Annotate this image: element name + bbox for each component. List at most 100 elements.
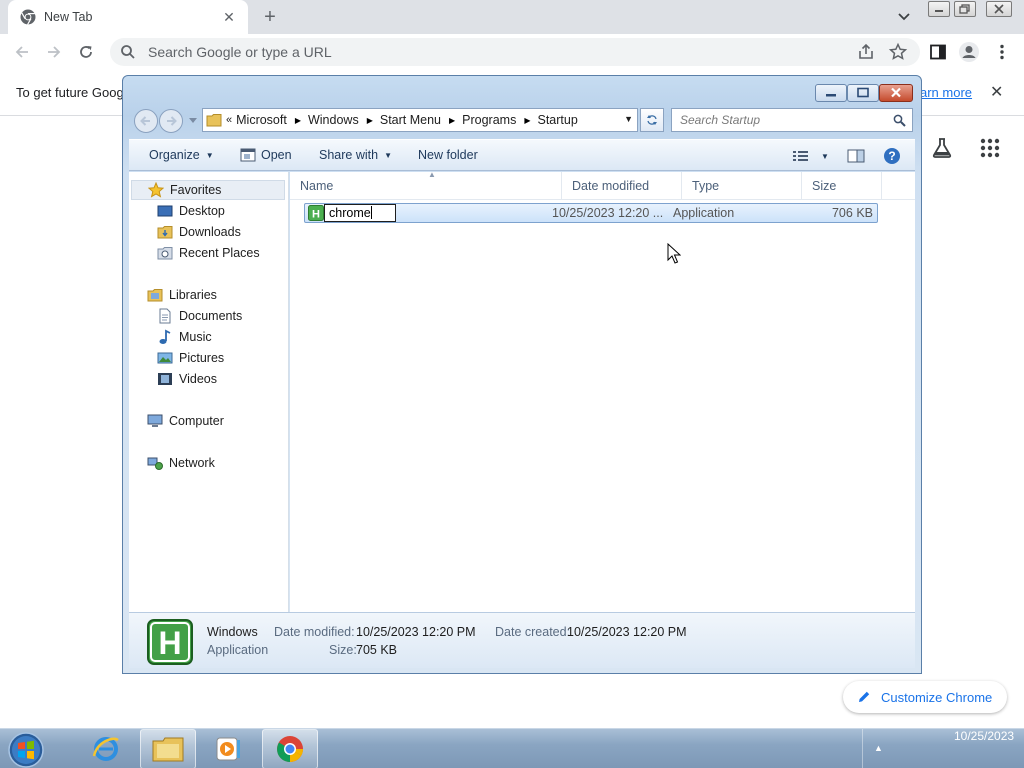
reload-button[interactable]	[75, 41, 97, 63]
breadcrumb-programs[interactable]: Programs ▶	[462, 113, 537, 127]
share-with-menu-button[interactable]: Share with ▼	[319, 148, 392, 162]
organize-menu-button[interactable]: Organize ▼	[149, 148, 214, 162]
explorer-window: « Microsoft ▶ Windows ▶ Start Menu ▶ Progra…	[122, 75, 922, 674]
breadcrumb-arrow-icon[interactable]: ▶	[367, 116, 373, 125]
taskbar-windows-explorer[interactable]	[140, 729, 196, 768]
refresh-icon	[647, 115, 657, 125]
nav-videos[interactable]: Videos	[157, 369, 217, 389]
nav-recent-places[interactable]: Recent Places	[157, 243, 260, 263]
nav-favorites[interactable]: Favorites	[131, 180, 285, 200]
bookmark-star-icon[interactable]	[888, 42, 908, 62]
reload-icon	[80, 46, 92, 58]
details-date-created: 10/25/2023 12:20 PM	[567, 625, 687, 639]
details-date-modified-label: Date modified:	[274, 625, 355, 639]
explorer-back-forward-buttons[interactable]	[133, 108, 185, 134]
google-chrome-icon	[277, 736, 304, 763]
nav-network[interactable]: Network	[147, 453, 215, 473]
media-player-icon	[216, 737, 240, 761]
taskbar-clock-date[interactable]: 10/25/2023	[954, 729, 1014, 743]
address-bar[interactable]: « Microsoft ▶ Windows ▶ Start Menu ▶ Progra…	[202, 108, 638, 132]
taskbar-media-player[interactable]	[200, 729, 256, 768]
explorer-close-button[interactable]	[879, 84, 913, 102]
column-header-name[interactable]: Name ▲	[290, 170, 562, 200]
explorer-minimize-button[interactable]	[815, 84, 847, 102]
share-icon[interactable]	[856, 42, 876, 62]
preview-pane-icon	[847, 149, 865, 163]
tab-new-tab[interactable]: New Tab ✕	[8, 0, 248, 34]
text-caret	[370, 206, 372, 219]
nav-documents[interactable]: Documents	[157, 306, 242, 326]
nav-computer[interactable]: Computer	[147, 411, 224, 431]
window-minimize-button[interactable]	[928, 1, 950, 17]
column-header-type[interactable]: Type	[682, 172, 802, 200]
breadcrumb-start-menu[interactable]: Start Menu ▶	[380, 113, 462, 127]
new-tab-button[interactable]: +	[258, 5, 282, 29]
preview-pane-button[interactable]	[847, 147, 865, 165]
details-file-type: Application	[207, 643, 269, 657]
details-pane: H Windows Application Date modified: 10/…	[129, 612, 915, 668]
google-apps-icon[interactable]	[980, 138, 1000, 158]
explorer-command-bar: Organize ▼ Open Share with ▼ New folder ▼ …	[129, 139, 915, 171]
new-folder-button[interactable]: New folder	[418, 148, 478, 162]
forward-button[interactable]	[43, 41, 65, 63]
back-button[interactable]	[11, 41, 33, 63]
show-hidden-icons-icon[interactable]: ▲	[874, 743, 883, 753]
view-options-chevron-icon[interactable]: ▼	[821, 152, 829, 161]
tab-search-icon[interactable]	[894, 8, 914, 26]
recent-pages-dropdown-icon[interactable]	[189, 118, 197, 124]
side-panel-icon[interactable]	[928, 42, 948, 62]
more-menu-icon[interactable]	[992, 42, 1012, 62]
nav-libraries[interactable]: Libraries	[147, 285, 217, 305]
mouse-pointer-icon	[667, 243, 681, 264]
breadcrumb-overflow-icon[interactable]: «	[226, 114, 232, 126]
rename-input[interactable]: chrome	[324, 204, 396, 222]
address-dropdown-icon[interactable]: ▼	[624, 114, 633, 124]
browser-toolbar: Search Google or type a URL	[0, 34, 1024, 70]
back-arrow-icon	[15, 46, 28, 58]
application-h-large-icon: H	[147, 619, 193, 665]
customize-chrome-label: Customize Chrome	[881, 689, 993, 705]
explorer-maximize-button[interactable]	[847, 84, 879, 102]
open-button[interactable]: Open	[240, 148, 292, 162]
search-icon	[121, 45, 135, 59]
explorer-search-input[interactable]: Search Startup	[671, 108, 913, 132]
chrome-logo-icon	[20, 9, 36, 25]
taskbar: ▲ 10/25/2023	[0, 728, 1024, 768]
nav-downloads[interactable]: Downloads	[157, 222, 241, 242]
windows-start-orb-icon[interactable]	[6, 731, 46, 768]
nav-pictures[interactable]: Pictures	[157, 348, 224, 368]
learn-more-link[interactable]: arn more	[920, 85, 972, 100]
chevron-down-icon: ▼	[205, 150, 214, 160]
column-header-size[interactable]: Size	[802, 172, 882, 200]
window-close-button[interactable]	[986, 1, 1012, 17]
breadcrumb-microsoft[interactable]: Microsoft ▶	[236, 113, 308, 127]
window-restore-button[interactable]	[954, 1, 976, 17]
nav-desktop[interactable]: Desktop	[157, 201, 225, 221]
breadcrumb-arrow-icon[interactable]: ▶	[524, 116, 530, 125]
customize-chrome-button[interactable]: Customize Chrome	[843, 681, 1007, 713]
breadcrumb-arrow-icon[interactable]: ▶	[295, 116, 301, 125]
taskbar-google-chrome[interactable]	[262, 729, 318, 768]
magnifier-icon[interactable]	[893, 114, 906, 127]
change-view-button[interactable]: ▼	[793, 147, 829, 165]
breadcrumb-arrow-icon[interactable]: ▶	[449, 116, 455, 125]
file-date-modified: 10/25/2023 12:20 ...	[552, 206, 664, 220]
breadcrumb-startup[interactable]: Startup	[538, 113, 578, 127]
infobar-close-icon[interactable]: ✕	[990, 82, 1003, 102]
film-strip-icon	[157, 371, 173, 387]
tab-close-icon[interactable]: ✕	[220, 9, 238, 26]
explorer-refresh-button[interactable]	[640, 108, 664, 132]
taskbar-internet-explorer[interactable]	[78, 729, 134, 768]
nav-music[interactable]: Music	[157, 327, 212, 347]
file-row-selected[interactable]: H chrome 10/25/2023 12:20 ... Applicatio…	[304, 203, 878, 223]
chrome-labs-icon[interactable]	[930, 136, 954, 160]
navigation-pane: Favorites Desktop Downloads Recent Place…	[129, 172, 289, 612]
breadcrumb-windows[interactable]: Windows ▶	[308, 113, 380, 127]
profile-avatar-icon[interactable]	[958, 41, 980, 63]
omnibox[interactable]: Search Google or type a URL	[110, 38, 920, 66]
help-button[interactable]: ?	[883, 147, 901, 165]
taskbar-separator	[862, 729, 863, 768]
recent-places-icon	[157, 245, 173, 261]
sort-ascending-icon: ▲	[428, 170, 436, 179]
column-header-date-modified[interactable]: Date modified	[562, 172, 682, 200]
